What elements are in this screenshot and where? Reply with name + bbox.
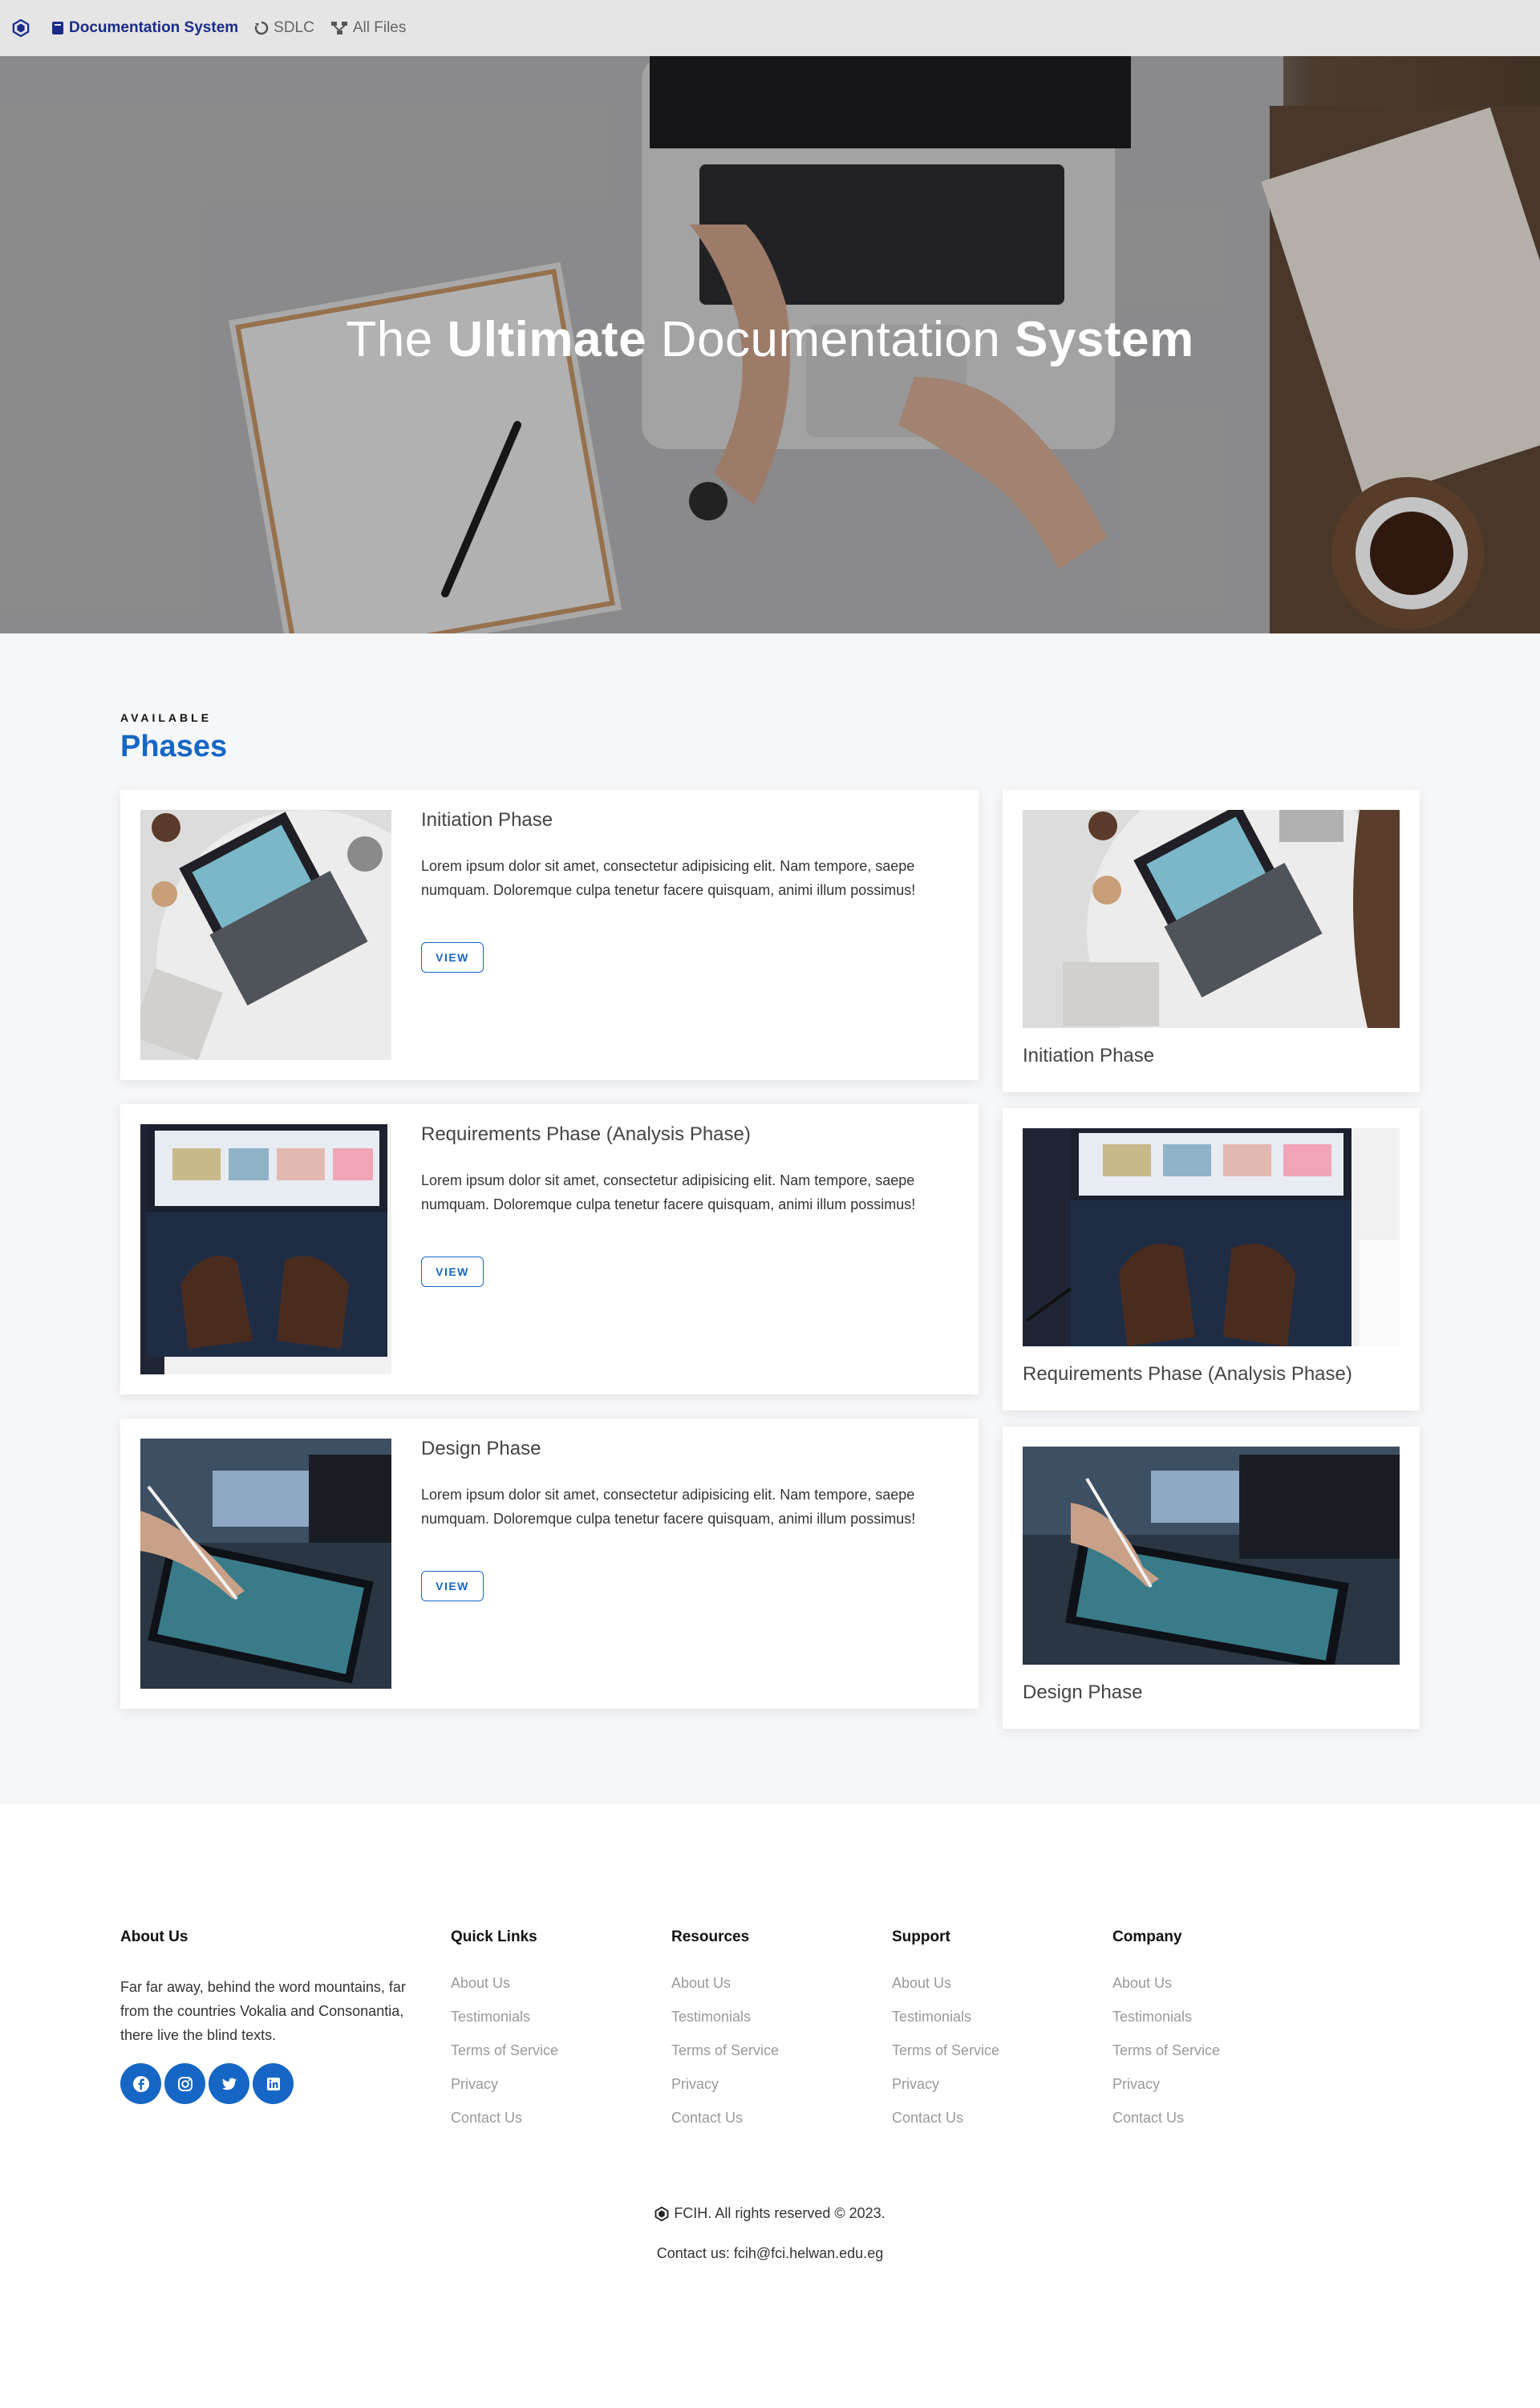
view-button[interactable]: VIEW (421, 1257, 484, 1287)
phase-side-title: Requirements Phase (Analysis Phase) (1023, 1363, 1352, 1385)
footer-column-quick-links: Quick Links About Us Testimonials Terms … (451, 1928, 558, 2143)
footer-link-terms[interactable]: Terms of Service (1112, 2042, 1220, 2061)
footer-link-contact[interactable]: Contact Us (671, 2110, 779, 2128)
footer-heading: Support (892, 1928, 950, 1945)
footer-link-terms[interactable]: Terms of Service (892, 2042, 999, 2061)
footer-about-text: Far far away, behind the word mountains,… (120, 1979, 406, 2043)
phase-side-title: Design Phase (1023, 1682, 1143, 1703)
footer-link-privacy[interactable]: Privacy (1112, 2076, 1220, 2094)
book-icon (52, 22, 63, 34)
sitemap-icon (330, 22, 347, 34)
footer-link-testimonials[interactable]: Testimonials (892, 2009, 999, 2027)
footer-link-privacy[interactable]: Privacy (451, 2076, 558, 2094)
footer-about: About Us Far far away, behind the word m… (120, 1928, 421, 2104)
section-title: Phases (120, 730, 228, 763)
instagram-icon[interactable] (164, 2063, 205, 2104)
footer-link-privacy[interactable]: Privacy (892, 2076, 999, 2094)
footer-heading: Resources (671, 1928, 750, 1945)
nav-link-all-files[interactable]: All Files (330, 19, 407, 37)
nav-link-documentation-system[interactable]: Documentation System (51, 19, 238, 37)
footer: About Us Far far away, behind the word m… (0, 1804, 1540, 2408)
facebook-icon[interactable] (120, 2063, 161, 2104)
footer-link-privacy[interactable]: Privacy (671, 2076, 779, 2094)
recycle-icon (254, 21, 269, 35)
phase-description: Lorem ipsum dolor sit amet, consectetur … (421, 1172, 916, 1212)
phase-title: Design Phase (421, 1438, 541, 1459)
phase-side-title: Initiation Phase (1023, 1045, 1155, 1066)
footer-heading: About Us (120, 1928, 188, 1945)
phases-section: AVAILABLE Phases Initiation Phase Lorem … (0, 633, 1540, 1804)
footer-column-support: Support About Us Testimonials Terms of S… (892, 1928, 999, 2143)
phase-description: Lorem ipsum dolor sit amet, consectetur … (421, 1487, 916, 1527)
unity-logo-icon[interactable] (11, 18, 30, 38)
nav-link-label: All Files (352, 19, 407, 36)
social-links (120, 2063, 421, 2104)
view-button[interactable]: VIEW (421, 942, 484, 973)
footer-link-contact[interactable]: Contact Us (1112, 2110, 1220, 2128)
footer-link-testimonials[interactable]: Testimonials (451, 2009, 558, 2027)
copyright-text: FCIH. All rights reserved © 2023. (674, 2205, 886, 2221)
nav-link-label: SDLC (274, 19, 314, 36)
footer-heading: Company (1112, 1928, 1182, 1945)
footer-link-about-us[interactable]: About Us (451, 1975, 558, 1993)
hero-title: The Ultimate Documentation System (346, 312, 1194, 367)
footer-link-contact[interactable]: Contact Us (451, 2110, 558, 2128)
unity-logo-icon (654, 2206, 669, 2221)
phase-description: Lorem ipsum dolor sit amet, consectetur … (421, 858, 916, 898)
phase-side-image-design (1023, 1447, 1400, 1665)
footer-column-company: Company About Us Testimonials Terms of S… (1112, 1928, 1220, 2143)
phase-card-initiation: Initiation Phase Lorem ipsum dolor sit a… (120, 790, 979, 1080)
view-button[interactable]: VIEW (421, 1571, 484, 1601)
footer-link-contact[interactable]: Contact Us (892, 2110, 999, 2128)
footer-column-resources: Resources About Us Testimonials Terms of… (671, 1928, 779, 2143)
phase-card-design: Design Phase Lorem ipsum dolor sit amet,… (120, 1418, 979, 1709)
navbar: Documentation System SDLC All Files (0, 0, 1540, 56)
footer-link-about-us[interactable]: About Us (892, 1975, 999, 1993)
phase-card-requirements: Requirements Phase (Analysis Phase) Lore… (120, 1104, 979, 1394)
footer-link-testimonials[interactable]: Testimonials (1112, 2009, 1220, 2027)
contact-text: Contact us: fcih@fci.helwan.edu.eg (656, 2245, 884, 2261)
phase-side-card-initiation[interactable]: Initiation Phase (1003, 790, 1420, 1092)
phase-side-image-initiation (1023, 810, 1400, 1028)
phase-side-image-requirements (1023, 1128, 1400, 1346)
phase-image-initiation (140, 810, 391, 1060)
copyright: FCIH. All rights reserved © 2023. (0, 2205, 1540, 2222)
twitter-icon[interactable] (209, 2063, 249, 2104)
section-kicker: AVAILABLE (120, 711, 213, 724)
footer-link-about-us[interactable]: About Us (671, 1975, 779, 1993)
phase-side-card-requirements[interactable]: Requirements Phase (Analysis Phase) (1003, 1108, 1420, 1410)
footer-heading: Quick Links (451, 1928, 537, 1945)
linkedin-icon[interactable] (253, 2063, 294, 2104)
hero-banner: The Ultimate Documentation System (0, 56, 1540, 633)
phase-image-design (140, 1439, 391, 1689)
nav-link-label: Documentation System (69, 19, 239, 36)
footer-link-terms[interactable]: Terms of Service (671, 2042, 779, 2061)
footer-link-about-us[interactable]: About Us (1112, 1975, 1220, 1993)
footer-link-testimonials[interactable]: Testimonials (671, 2009, 779, 2027)
phase-title: Initiation Phase (421, 809, 553, 831)
phase-image-requirements (140, 1124, 391, 1374)
nav-link-sdlc[interactable]: SDLC (254, 19, 314, 37)
phase-side-card-design[interactable]: Design Phase (1003, 1427, 1420, 1729)
footer-link-terms[interactable]: Terms of Service (451, 2042, 558, 2061)
phase-title: Requirements Phase (Analysis Phase) (421, 1123, 751, 1145)
